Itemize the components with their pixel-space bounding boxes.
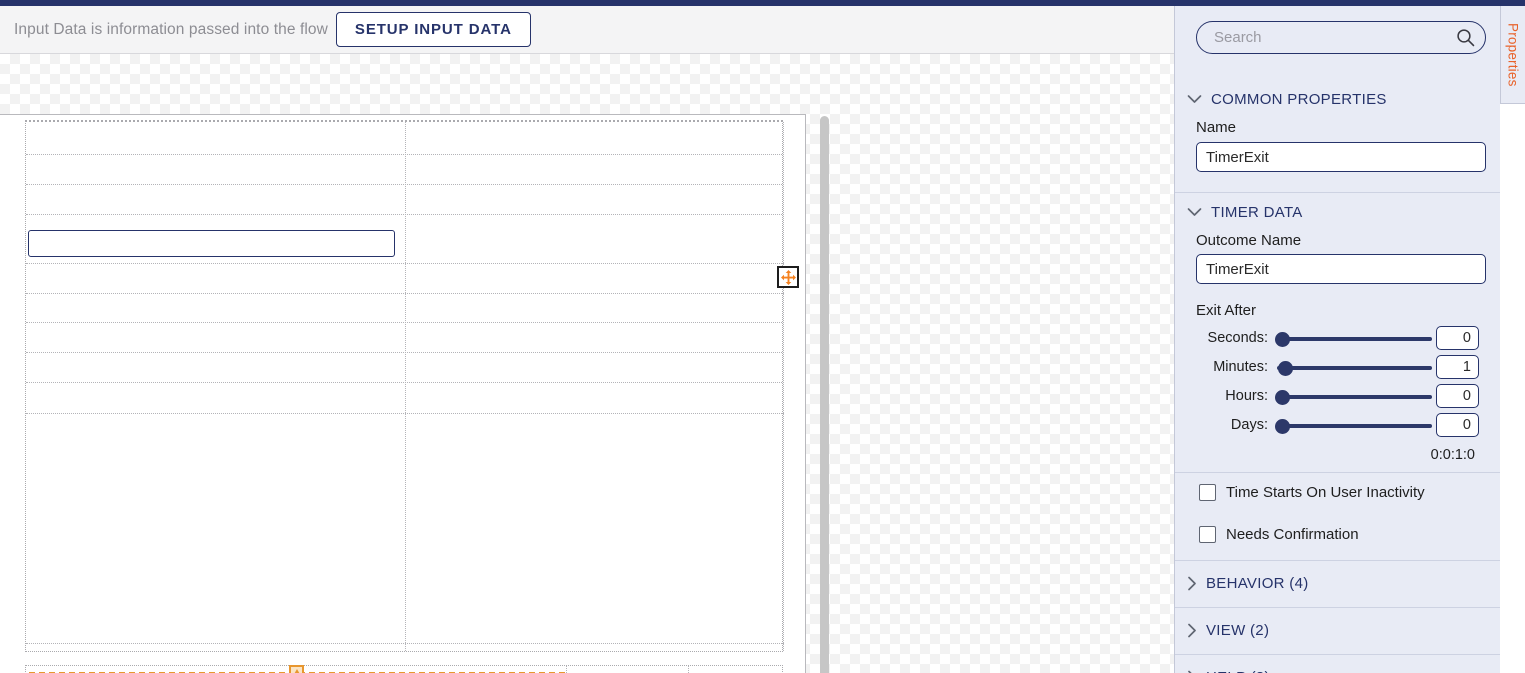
section-header-view[interactable]: VIEW (2) (1175, 615, 1500, 645)
slider-row-hours: Hours: (1175, 384, 1500, 410)
outcome-name-input[interactable] (1196, 254, 1486, 284)
section-title-common-properties: COMMON PROPERTIES (1211, 90, 1387, 108)
layout-grid (25, 120, 784, 652)
selected-text-field[interactable] (28, 230, 395, 257)
section-title-behavior: BEHAVIOR (4) (1206, 574, 1309, 592)
chevron-down-icon (1187, 94, 1202, 104)
slider-row-seconds: Seconds: (1175, 326, 1500, 352)
section-title-timer-data: TIMER DATA (1211, 203, 1303, 221)
triangle-up-icon[interactable] (289, 665, 304, 673)
input-data-bar: Input Data is information passed into th… (0, 6, 1174, 54)
exit-after-summary: 0:0:1:0 (1430, 447, 1475, 463)
slider-row-minutes: Minutes: (1175, 355, 1500, 381)
checkbox-icon[interactable] (1199, 525, 1216, 543)
outcome-name-label: Outcome Name (1196, 232, 1302, 249)
chevron-right-icon (1187, 576, 1197, 591)
canvas-backdrop: Form Closes in 00:00:00 (0, 54, 1174, 673)
slider-label-minutes: Minutes: (1213, 359, 1268, 375)
section-divider (1175, 472, 1500, 473)
canvas-vertical-scrollbar[interactable] (820, 116, 829, 673)
days-value-input[interactable] (1436, 413, 1479, 437)
section-divider (1175, 560, 1500, 561)
checkbox-label: Time Starts On User Inactivity (1226, 483, 1425, 501)
checkbox-icon[interactable] (1199, 483, 1216, 501)
slider-track-days[interactable] (1277, 424, 1432, 428)
slider-thumb-days[interactable] (1275, 419, 1290, 434)
chevron-right-icon (1187, 670, 1197, 673)
search-box (1196, 21, 1486, 54)
name-label: Name (1196, 119, 1237, 136)
slider-thumb-hours[interactable] (1275, 390, 1290, 405)
section-divider (1175, 192, 1500, 193)
chevron-right-icon (1187, 623, 1197, 638)
search-input[interactable] (1196, 21, 1486, 54)
properties-panel: COMMON PROPERTIES Name TIMER DATA Outcom… (1174, 6, 1500, 673)
section-title-view: VIEW (2) (1206, 621, 1270, 639)
form-designer-region: Input Data is information passed into th… (0, 6, 1174, 673)
hours-value-input[interactable] (1436, 384, 1479, 408)
properties-side-tab[interactable]: Properties (1500, 6, 1525, 104)
slider-track-hours[interactable] (1277, 395, 1432, 399)
form-footer-band: Form Closes in 00:00:00 (25, 665, 783, 673)
chevron-down-icon (1187, 207, 1202, 217)
side-tab-column: Properties (1500, 6, 1525, 673)
section-header-common-properties[interactable]: COMMON PROPERTIES (1175, 84, 1500, 114)
form-surface[interactable]: Form Closes in 00:00:00 (0, 114, 806, 673)
move-arrows-icon[interactable] (777, 266, 799, 288)
exit-after-label: Exit After (1196, 302, 1257, 319)
grid-column-divider (783, 122, 784, 651)
name-input[interactable] (1196, 142, 1486, 172)
input-data-description: Input Data is information passed into th… (14, 20, 328, 38)
form-inner: Form Closes in 00:00:00 (25, 120, 784, 673)
section-divider (1175, 654, 1500, 655)
checkbox-label: Needs Confirmation (1226, 525, 1359, 543)
properties-side-tab-label: Properties (1505, 22, 1521, 87)
section-divider (1175, 607, 1500, 608)
checkbox-time-starts-on-user-inactivity[interactable]: Time Starts On User Inactivity (1175, 481, 1500, 503)
slider-label-days: Days: (1230, 417, 1268, 433)
slider-label-seconds: Seconds: (1207, 330, 1268, 346)
slider-track-minutes[interactable] (1277, 366, 1432, 370)
app-root: Input Data is information passed into th… (0, 0, 1525, 673)
seconds-value-input[interactable] (1436, 326, 1479, 350)
slider-row-days: Days: (1175, 413, 1500, 439)
grid-column-divider (405, 122, 406, 651)
slider-label-hours: Hours: (1225, 388, 1268, 404)
setup-input-data-button[interactable]: SETUP INPUT DATA (335, 12, 531, 47)
checkbox-needs-confirmation[interactable]: Needs Confirmation (1175, 523, 1500, 545)
slider-thumb-seconds[interactable] (1275, 332, 1290, 347)
minutes-value-input[interactable] (1436, 355, 1479, 379)
section-header-timer-data[interactable]: TIMER DATA (1175, 197, 1500, 227)
slider-thumb-minutes[interactable] (1278, 361, 1293, 376)
section-header-behavior[interactable]: BEHAVIOR (4) (1175, 568, 1500, 598)
section-title-help: HELP (3) (1206, 669, 1270, 673)
footer-column-divider (566, 666, 567, 673)
slider-track-seconds-visual[interactable] (1277, 337, 1432, 341)
section-header-help[interactable]: HELP (3) (1175, 662, 1500, 673)
footer-column-divider (688, 666, 689, 673)
